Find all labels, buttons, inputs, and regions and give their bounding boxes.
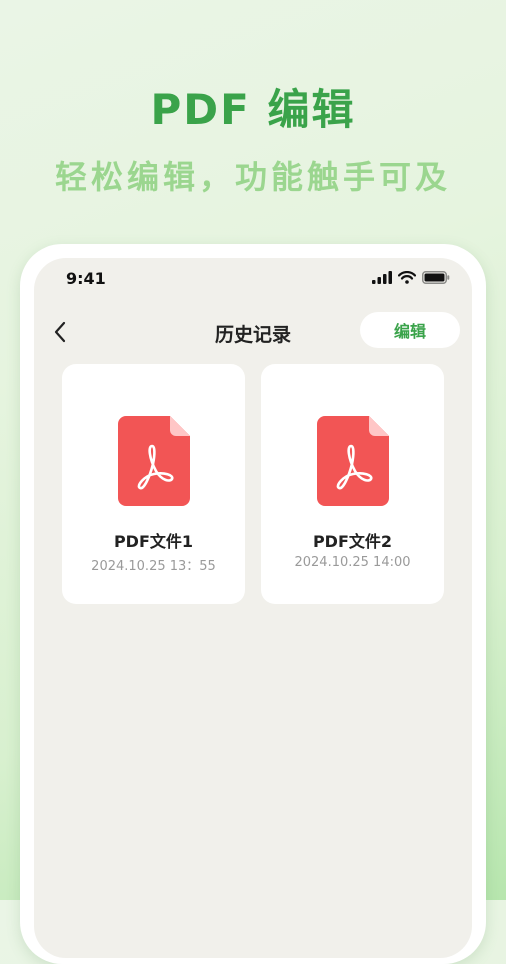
promo-title: PDF 编辑: [150, 85, 356, 134]
file-card[interactable]: PDF文件2 2024.10.25 14:00: [261, 364, 444, 604]
nav-bar: 历史记录 编辑: [34, 310, 472, 354]
wifi-icon: [398, 271, 416, 284]
file-name: PDF文件1: [113, 532, 194, 551]
battery-icon: [422, 271, 450, 284]
file-name: PDF文件2: [312, 532, 393, 551]
file-card[interactable]: PDF文件1 2024.10.25 13：55: [62, 364, 245, 604]
promo-subtitle: 轻松编辑，功能触手可及: [54, 158, 451, 196]
signal-icon: [372, 271, 392, 284]
pdf-file-icon: [118, 416, 190, 506]
phone-screen: 9:41 历史记录 编辑 PDF文件1 2024.10.25 13：55 PDF…: [34, 258, 472, 958]
file-date: 2024.10.25 14:00: [294, 555, 411, 570]
edit-button[interactable]: 编辑: [360, 312, 460, 348]
status-icons: [372, 271, 450, 284]
pdf-file-icon: [317, 416, 389, 506]
status-bar: 9:41: [34, 258, 472, 302]
phone-frame: 9:41 历史记录 编辑 PDF文件1 2024.10.25 13：55 PDF…: [20, 244, 486, 964]
status-time: 9:41: [66, 269, 106, 288]
file-date: 2024.10.25 13：55: [91, 559, 216, 574]
